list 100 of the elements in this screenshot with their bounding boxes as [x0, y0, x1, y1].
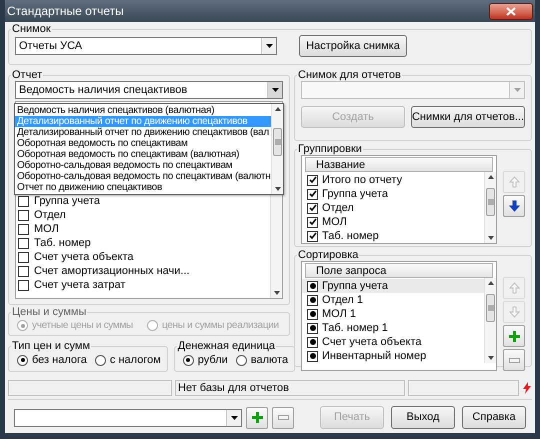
checkbox[interactable]	[307, 202, 318, 214]
field-label: Счет амортизационных начи...	[34, 264, 190, 279]
field-row[interactable]: Счет учета объекта	[18, 250, 268, 264]
list-row[interactable]: Группа учета	[302, 187, 484, 201]
grip-icon	[274, 139, 280, 145]
checkbox[interactable]	[18, 252, 29, 262]
grip-icon	[488, 305, 494, 311]
group-label: Денежная единица	[176, 340, 276, 352]
push-button[interactable]: Справка	[462, 406, 526, 429]
field-row[interactable]: Счет амортизационных начи...	[18, 264, 268, 278]
list-row[interactable]: Группа учета	[302, 279, 484, 293]
dropdown-option[interactable]: Оборотная ведомость по спецактивам (валютная)	[15, 149, 271, 160]
radio-label: рубли	[198, 353, 228, 368]
order-marker[interactable]	[307, 322, 318, 334]
order-marker[interactable]	[307, 294, 318, 306]
dropdown-option[interactable]: Оборотно-сальдовая ведомость по спецактивам (валютн	[15, 171, 271, 182]
combo-box[interactable]	[14, 408, 242, 426]
list-row[interactable]: Таб. номер	[302, 229, 484, 243]
list-row[interactable]: Инвентарный номер	[302, 349, 484, 363]
checkbox[interactable]	[18, 266, 29, 276]
field-row[interactable]: МОЛ	[18, 222, 268, 236]
order-marker[interactable]	[307, 350, 318, 362]
dropdown-option[interactable]: Отчет по движению спецактивов	[15, 182, 271, 193]
push-button[interactable]: Настройка снимка	[299, 35, 407, 57]
checkbox[interactable]	[307, 216, 318, 228]
checkbox[interactable]	[18, 224, 29, 234]
field-row[interactable]: Отдел	[18, 208, 268, 222]
dropdown-arrow-button[interactable]	[226, 410, 241, 426]
scrollbar[interactable]	[484, 278, 496, 363]
row-label: Группа учета	[322, 186, 388, 202]
close-icon	[506, 6, 516, 16]
scrollbar[interactable]	[271, 104, 283, 194]
checkbox[interactable]	[18, 196, 29, 206]
dropdown-option[interactable]: Детализированный отчет по движению спецактивов (вал	[15, 127, 271, 138]
checkbox[interactable]	[18, 238, 29, 248]
field-row[interactable]: Группа учета	[18, 194, 268, 208]
checkbox[interactable]	[307, 188, 318, 200]
group-label: Снимок	[11, 23, 52, 35]
row-label: Таб. номер 1	[322, 320, 388, 336]
group-label: Тип цен и сумм	[11, 340, 92, 352]
order-marker[interactable]	[307, 280, 318, 292]
plus-icon	[508, 330, 520, 342]
status-message: Нет базы для отчетов	[175, 380, 405, 396]
up-arrow-icon	[508, 282, 520, 294]
up-arrow-icon	[508, 176, 520, 188]
column-header[interactable]: Поле запроса	[305, 263, 493, 278]
down-arrow-icon	[508, 306, 520, 318]
checkbox[interactable]	[307, 174, 318, 186]
scrollbar-thumb[interactable]	[486, 188, 495, 216]
row-label: Итого по отчету	[322, 172, 402, 188]
dropdown-arrow-button[interactable]	[261, 38, 276, 54]
group-label: Сортировка	[297, 249, 360, 261]
list-row[interactable]: Таб. номер 1	[302, 321, 484, 335]
row-label: Инвентарный номер	[322, 348, 426, 364]
list-row[interactable]: Отдел 1	[302, 293, 484, 307]
order-marker[interactable]	[307, 308, 318, 320]
list-row[interactable]: Итого по отчету	[302, 173, 484, 187]
grip-icon	[488, 199, 494, 205]
list-row[interactable]: Счет учета объекта	[302, 335, 484, 349]
tool-button[interactable]	[503, 325, 525, 347]
plus-icon	[252, 412, 262, 423]
radio-label: валюта	[250, 353, 288, 368]
radio-button[interactable]	[236, 354, 247, 366]
dropdown-option[interactable]: Оборотная ведомость по спецактивам	[15, 138, 271, 149]
window-title: Стандартные отчеты	[7, 3, 124, 20]
list-row[interactable]: Отдел	[302, 201, 484, 215]
row-label: Отдел 1	[322, 292, 363, 308]
field-label: Счет учета объекта	[34, 250, 134, 265]
dropdown-option[interactable]: Оборотно-сальдовая ведомость по спецактивам	[15, 160, 271, 171]
field-row[interactable]: Таб. номер	[18, 236, 268, 250]
tool-button[interactable]	[246, 406, 268, 428]
group-label: Отчет	[11, 69, 44, 81]
combo-box[interactable]: Ведомость наличия спецактивов	[15, 81, 283, 99]
radio-button[interactable]	[182, 354, 194, 366]
close-button[interactable]	[489, 2, 533, 20]
scrollbar[interactable]	[484, 172, 496, 243]
checkbox[interactable]	[307, 230, 318, 242]
push-button[interactable]: Выход	[391, 406, 455, 429]
checkbox[interactable]	[18, 210, 29, 220]
radio-label: без налога	[32, 353, 87, 368]
tool-button[interactable]	[503, 195, 525, 217]
order-marker[interactable]	[307, 336, 318, 348]
combo-box[interactable]: Отчеты УСА	[15, 37, 277, 55]
scrollbar-thumb[interactable]	[273, 128, 282, 156]
scrollbar-thumb[interactable]	[486, 294, 495, 322]
dropdown-arrow-button[interactable]	[267, 82, 282, 98]
list-row[interactable]: МОЛ	[302, 215, 484, 229]
radio-button[interactable]	[94, 354, 106, 366]
row-label: МОЛ	[322, 214, 347, 230]
checkbox[interactable]	[18, 280, 29, 290]
field-row[interactable]: Счет учета затрат	[18, 278, 268, 292]
minus-icon	[508, 358, 520, 362]
list-row[interactable]: МОЛ 1	[302, 307, 484, 321]
field-label: МОЛ	[34, 222, 59, 237]
row-label: Счет учета объекта	[322, 334, 422, 350]
radio-button[interactable]	[17, 354, 28, 366]
column-header[interactable]: Название	[305, 157, 493, 172]
row-label: Отдел	[322, 200, 354, 216]
minus-icon	[278, 415, 288, 420]
dropdown-option[interactable]: Ведомость наличия спецактивов (валютная)	[15, 105, 271, 116]
